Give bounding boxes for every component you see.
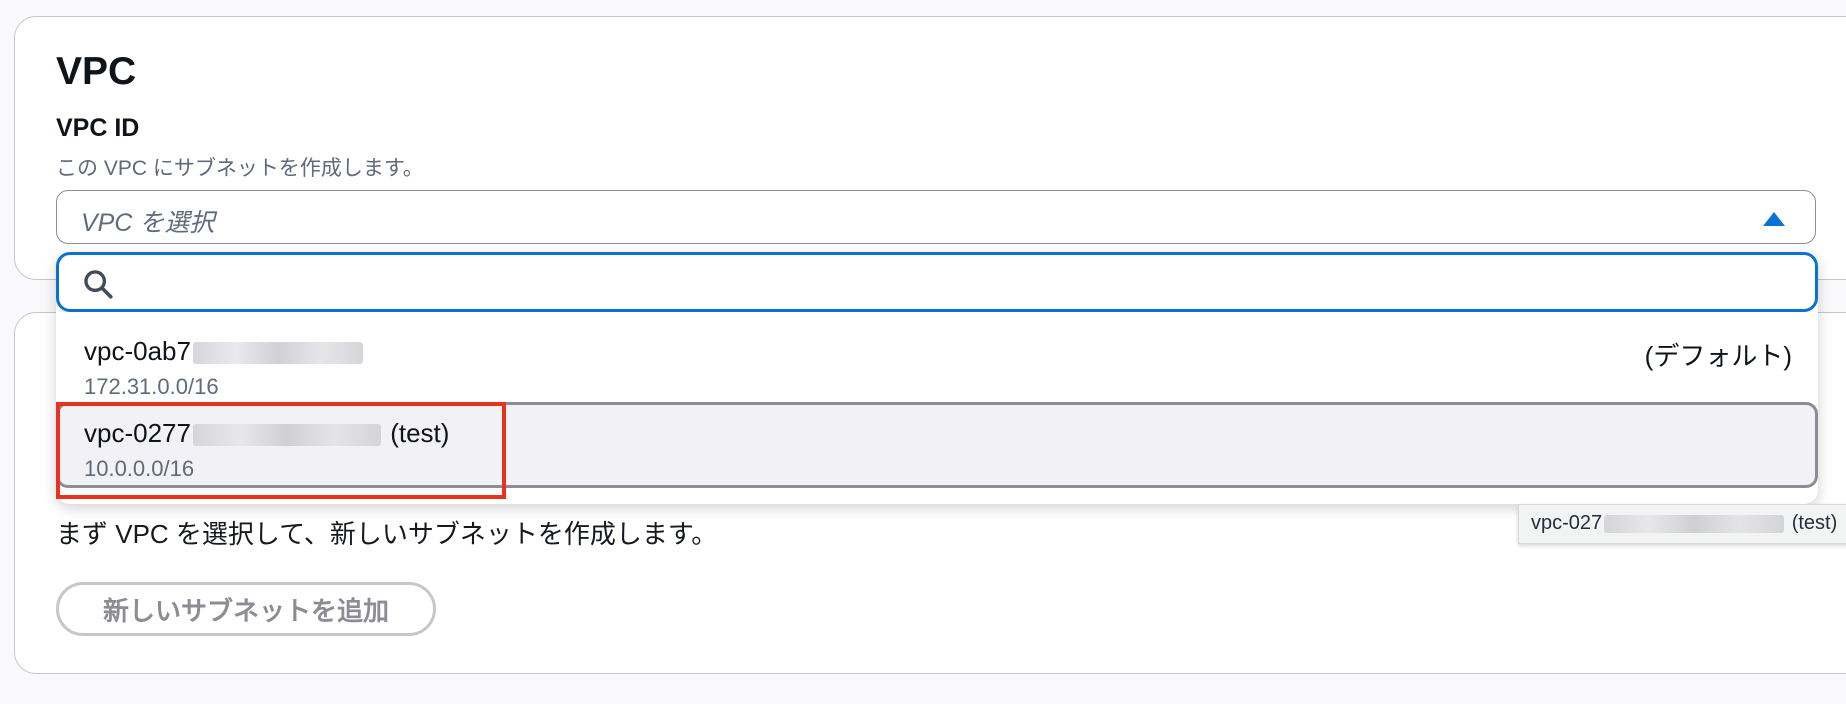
tooltip-id: vpc-027 xyxy=(1531,512,1603,534)
vpc-select[interactable]: VPC を選択 xyxy=(56,190,1816,244)
section-title: VPC xyxy=(56,50,137,93)
tooltip-tag: (test) xyxy=(1791,512,1838,534)
add-subnet-button[interactable]: 新しいサブネットを追加 xyxy=(56,582,436,636)
caret-up-icon[interactable] xyxy=(1763,212,1785,226)
vpc-option-test[interactable]: vpc-0277 (test) 10.0.0.0/16 xyxy=(56,402,1818,488)
option-tooltip: vpc-027 (test) xyxy=(1518,504,1846,544)
search-input[interactable] xyxy=(131,265,1795,303)
redacted-id xyxy=(192,342,363,365)
vpc-id-label: VPC ID xyxy=(56,114,140,142)
vpc-option-id: vpc-0277 (test) xyxy=(84,418,449,449)
subnet-info-text: まず VPC を選択して、新しいサブネットを作成します。 xyxy=(56,519,718,549)
search-icon xyxy=(84,270,113,299)
vpc-id-description: この VPC にサブネットを作成します。 xyxy=(56,157,424,180)
vpc-option-default[interactable]: vpc-0ab7 (デフォルト) 172.31.0.0/16 xyxy=(56,320,1818,406)
vpc-select-placeholder: VPC を選択 xyxy=(81,209,215,237)
redacted-id xyxy=(1604,514,1785,533)
vpc-option-cidr: 172.31.0.0/16 xyxy=(84,374,219,399)
vpc-option-id: vpc-0ab7 xyxy=(84,336,365,367)
redacted-id xyxy=(192,424,381,447)
vpc-id-visible: vpc-0277 xyxy=(84,418,191,448)
vpc-option-cidr: 10.0.0.0/16 xyxy=(84,456,195,481)
dropdown-search[interactable] xyxy=(56,252,1818,312)
vpc-dropdown-list: vpc-0ab7 (デフォルト) 172.31.0.0/16 vpc-0277 … xyxy=(56,252,1818,504)
vpc-option-tag: (test) xyxy=(390,418,450,448)
vpc-id-visible: vpc-0ab7 xyxy=(84,336,191,366)
vpc-option-tag: (デフォルト) xyxy=(1644,341,1792,371)
